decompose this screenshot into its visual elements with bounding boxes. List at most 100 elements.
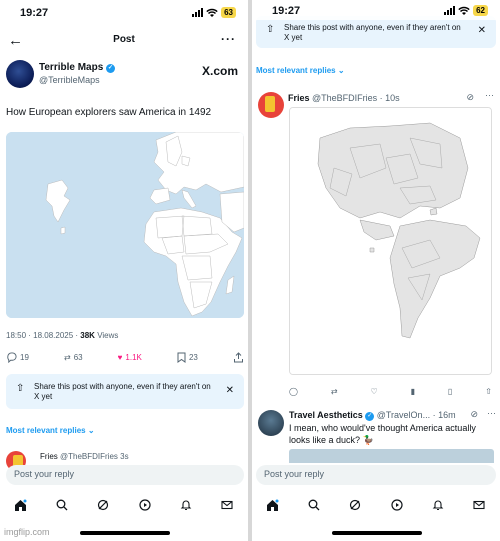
duck-america-map: [290, 108, 491, 374]
status-bar: 19:27 62: [252, 4, 500, 20]
wifi-icon: [458, 6, 470, 15]
post-text: How European explorers saw America in 14…: [6, 107, 212, 118]
reply-author-name: Fries: [40, 452, 58, 461]
signal-icon: [444, 6, 456, 15]
post-views-label: Views: [94, 331, 119, 340]
reply-actions: ◯ ⇄ ♡ ▮ ▯ ⇧: [289, 384, 492, 398]
reply-name-row: Fries @TheBFDIFries 3s: [40, 452, 129, 461]
bell-icon[interactable]: [179, 498, 193, 512]
sort-replies-label: Most relevant replies: [256, 66, 336, 75]
close-icon[interactable]: ✕: [226, 385, 234, 396]
share-icon: [233, 351, 243, 362]
ellipsis-icon[interactable]: ···: [485, 90, 494, 100]
like-action[interactable]: ♥ 1.1K: [118, 353, 142, 362]
status-bar: 19:27 63: [0, 6, 248, 22]
verified-badge-icon: ✓: [106, 64, 116, 73]
reply-preview[interactable]: Fries @TheBFDIFries 3s: [0, 451, 248, 471]
repost-icon: ⇄: [63, 352, 71, 362]
heart-icon[interactable]: ♡: [371, 387, 378, 396]
signal-icon: [192, 8, 204, 17]
mail-icon[interactable]: [220, 498, 234, 512]
battery-indicator: 63: [221, 7, 236, 18]
reply-author-name[interactable]: Fries: [288, 93, 310, 103]
status-time: 19:27: [20, 7, 49, 19]
bottom-nav: [0, 494, 248, 516]
watermark: imgflip.com: [4, 527, 50, 537]
top-bar: ← Post ···: [0, 30, 248, 52]
reply-input[interactable]: Post your reply: [256, 465, 496, 485]
views-icon[interactable]: ▮: [411, 387, 415, 396]
home-icon[interactable]: [14, 498, 28, 512]
reply-input[interactable]: Post your reply: [6, 465, 244, 485]
avatar[interactable]: [258, 92, 284, 118]
sort-replies-label: Most relevant replies: [6, 426, 86, 435]
grok-icon[interactable]: [96, 498, 110, 512]
post-timestamp: 18:50 · 18.08.2025 ·: [6, 331, 81, 340]
bookmark-count: 23: [188, 352, 198, 362]
reply-media[interactable]: [289, 449, 494, 463]
ellipsis-icon[interactable]: ···: [487, 408, 496, 418]
author-handle[interactable]: @TerribleMaps: [39, 75, 100, 85]
avatar[interactable]: [6, 60, 34, 88]
reply-name-row: Fries @TheBFDIFries · 10s: [288, 93, 400, 103]
bookmark-icon[interactable]: ▯: [448, 387, 452, 396]
repost-icon[interactable]: ⇄: [331, 387, 338, 396]
reply-author-name[interactable]: Travel Aesthetics: [289, 410, 363, 420]
reply-name-row: Travel Aesthetics ✓ @TravelOn... · 16m: [289, 410, 456, 421]
reply-image-map[interactable]: [289, 107, 492, 375]
reply-author-handle: @TravelOn... · 16m: [376, 410, 456, 420]
reply-icon[interactable]: ◯: [289, 387, 298, 396]
reply-author-handle: @TheBFDIFries · 10s: [312, 93, 400, 103]
avatar[interactable]: [258, 410, 284, 436]
search-icon[interactable]: [55, 498, 69, 512]
chevron-down-icon: ⌄: [87, 426, 95, 435]
chevron-down-icon: ⌄: [337, 66, 345, 75]
wifi-icon: [206, 8, 218, 17]
reply-post-travel[interactable]: Travel Aesthetics ✓ @TravelOn... · 16m ⊘…: [252, 408, 500, 463]
share-prompt: ⇧ Share this post with anyone, even if t…: [6, 374, 244, 409]
video-play-icon[interactable]: [390, 498, 404, 512]
author-name[interactable]: Terrible Maps: [39, 62, 103, 73]
post-views-count: 38K: [80, 331, 95, 340]
home-indicator: [80, 531, 170, 535]
reply-count: 19: [20, 352, 29, 362]
home-indicator: [332, 531, 422, 535]
sort-replies-dropdown[interactable]: Most relevant replies ⌄: [256, 66, 345, 75]
reply-age: 3s: [120, 452, 129, 461]
reply-text: I mean, who would've thought America act…: [289, 423, 476, 445]
post-meta: 18:50 · 18.08.2025 · 38K Views: [6, 331, 118, 340]
bottom-nav: [252, 494, 500, 516]
grok-icon[interactable]: [348, 498, 362, 512]
reply-action[interactable]: 19: [6, 351, 29, 363]
ellipsis-icon[interactable]: ···: [221, 32, 236, 46]
bell-icon[interactable]: [431, 498, 445, 512]
bookmark-icon: [177, 352, 186, 363]
author-name-row[interactable]: Terrible Maps ✓: [39, 62, 116, 73]
battery-indicator: 62: [473, 5, 488, 16]
post-author: Terrible Maps ✓ @TerribleMaps X.com: [6, 60, 242, 92]
search-icon[interactable]: [307, 498, 321, 512]
page-title: Post: [113, 34, 135, 45]
grok-icon[interactable]: ⊘: [466, 92, 474, 103]
share-action[interactable]: [233, 351, 244, 363]
repost-count: 63: [73, 352, 83, 362]
repost-action[interactable]: ⇄ 63: [64, 353, 83, 362]
europe-africa-map: [6, 132, 244, 318]
left-screenshot: 19:27 63 ← Post ··· Terrible Maps ✓ @Ter…: [0, 0, 248, 541]
share-icon[interactable]: ⇧: [485, 387, 492, 396]
home-icon[interactable]: [266, 498, 280, 512]
x-logo: X.com: [201, 64, 238, 78]
mail-icon[interactable]: [472, 498, 486, 512]
reply-icon: [7, 351, 17, 363]
post-actions: 19 ⇄ 63 ♥ 1.1K 23: [6, 350, 244, 364]
video-play-icon[interactable]: [138, 498, 152, 512]
grok-icon[interactable]: ⊘: [470, 409, 478, 420]
share-prompt: ⇧ Share this post with anyone, even if t…: [256, 16, 496, 48]
sort-replies-dropdown[interactable]: Most relevant replies ⌄: [6, 426, 95, 435]
post-image-map[interactable]: [6, 132, 244, 318]
share-icon: ⇧: [16, 383, 25, 394]
status-time: 19:27: [272, 5, 301, 17]
bookmark-action[interactable]: 23: [177, 352, 198, 363]
close-icon[interactable]: ✕: [478, 25, 486, 36]
reply-author-handle: @TheBFDIFries: [60, 452, 118, 461]
